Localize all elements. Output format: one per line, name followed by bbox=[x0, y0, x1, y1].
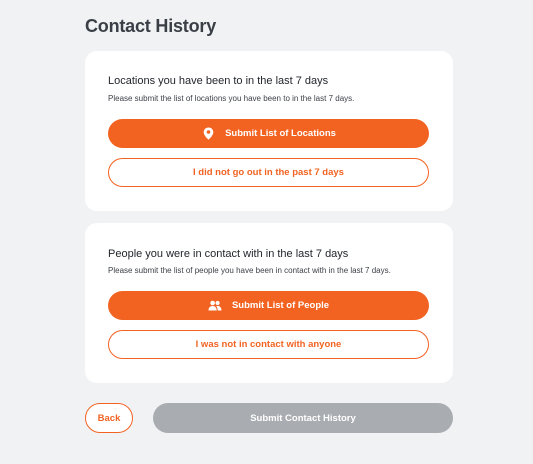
back-button[interactable]: Back bbox=[85, 403, 133, 433]
no-locations-label: I did not go out in the past 7 days bbox=[193, 167, 344, 178]
map-pin-icon bbox=[201, 127, 215, 141]
no-contact-label: I was not in contact with anyone bbox=[195, 339, 342, 350]
submit-locations-label: Submit List of Locations bbox=[225, 128, 336, 139]
submit-contact-history-label: Submit Contact History bbox=[250, 412, 356, 424]
submit-locations-button[interactable]: Submit List of Locations bbox=[108, 119, 429, 148]
locations-card: Locations you have been to in the last 7… bbox=[85, 51, 453, 211]
no-contact-button[interactable]: I was not in contact with anyone bbox=[108, 330, 429, 359]
back-label: Back bbox=[97, 412, 121, 424]
people-subtext: Please submit the list of people you hav… bbox=[108, 266, 391, 275]
locations-subtext: Please submit the list of locations you … bbox=[108, 94, 355, 103]
people-heading: People you were in contact with in the l… bbox=[108, 248, 349, 260]
submit-contact-history-button[interactable]: Submit Contact History bbox=[153, 403, 453, 433]
submit-people-button[interactable]: Submit List of People bbox=[108, 291, 429, 320]
page-title: Contact History bbox=[85, 16, 217, 36]
submit-people-label: Submit List of People bbox=[231, 300, 330, 311]
people-card: People you were in contact with in the l… bbox=[85, 223, 453, 383]
people-icon bbox=[208, 299, 222, 313]
locations-heading: Locations you have been to in the last 7… bbox=[108, 75, 329, 87]
no-locations-button[interactable]: I did not go out in the past 7 days bbox=[108, 158, 429, 187]
